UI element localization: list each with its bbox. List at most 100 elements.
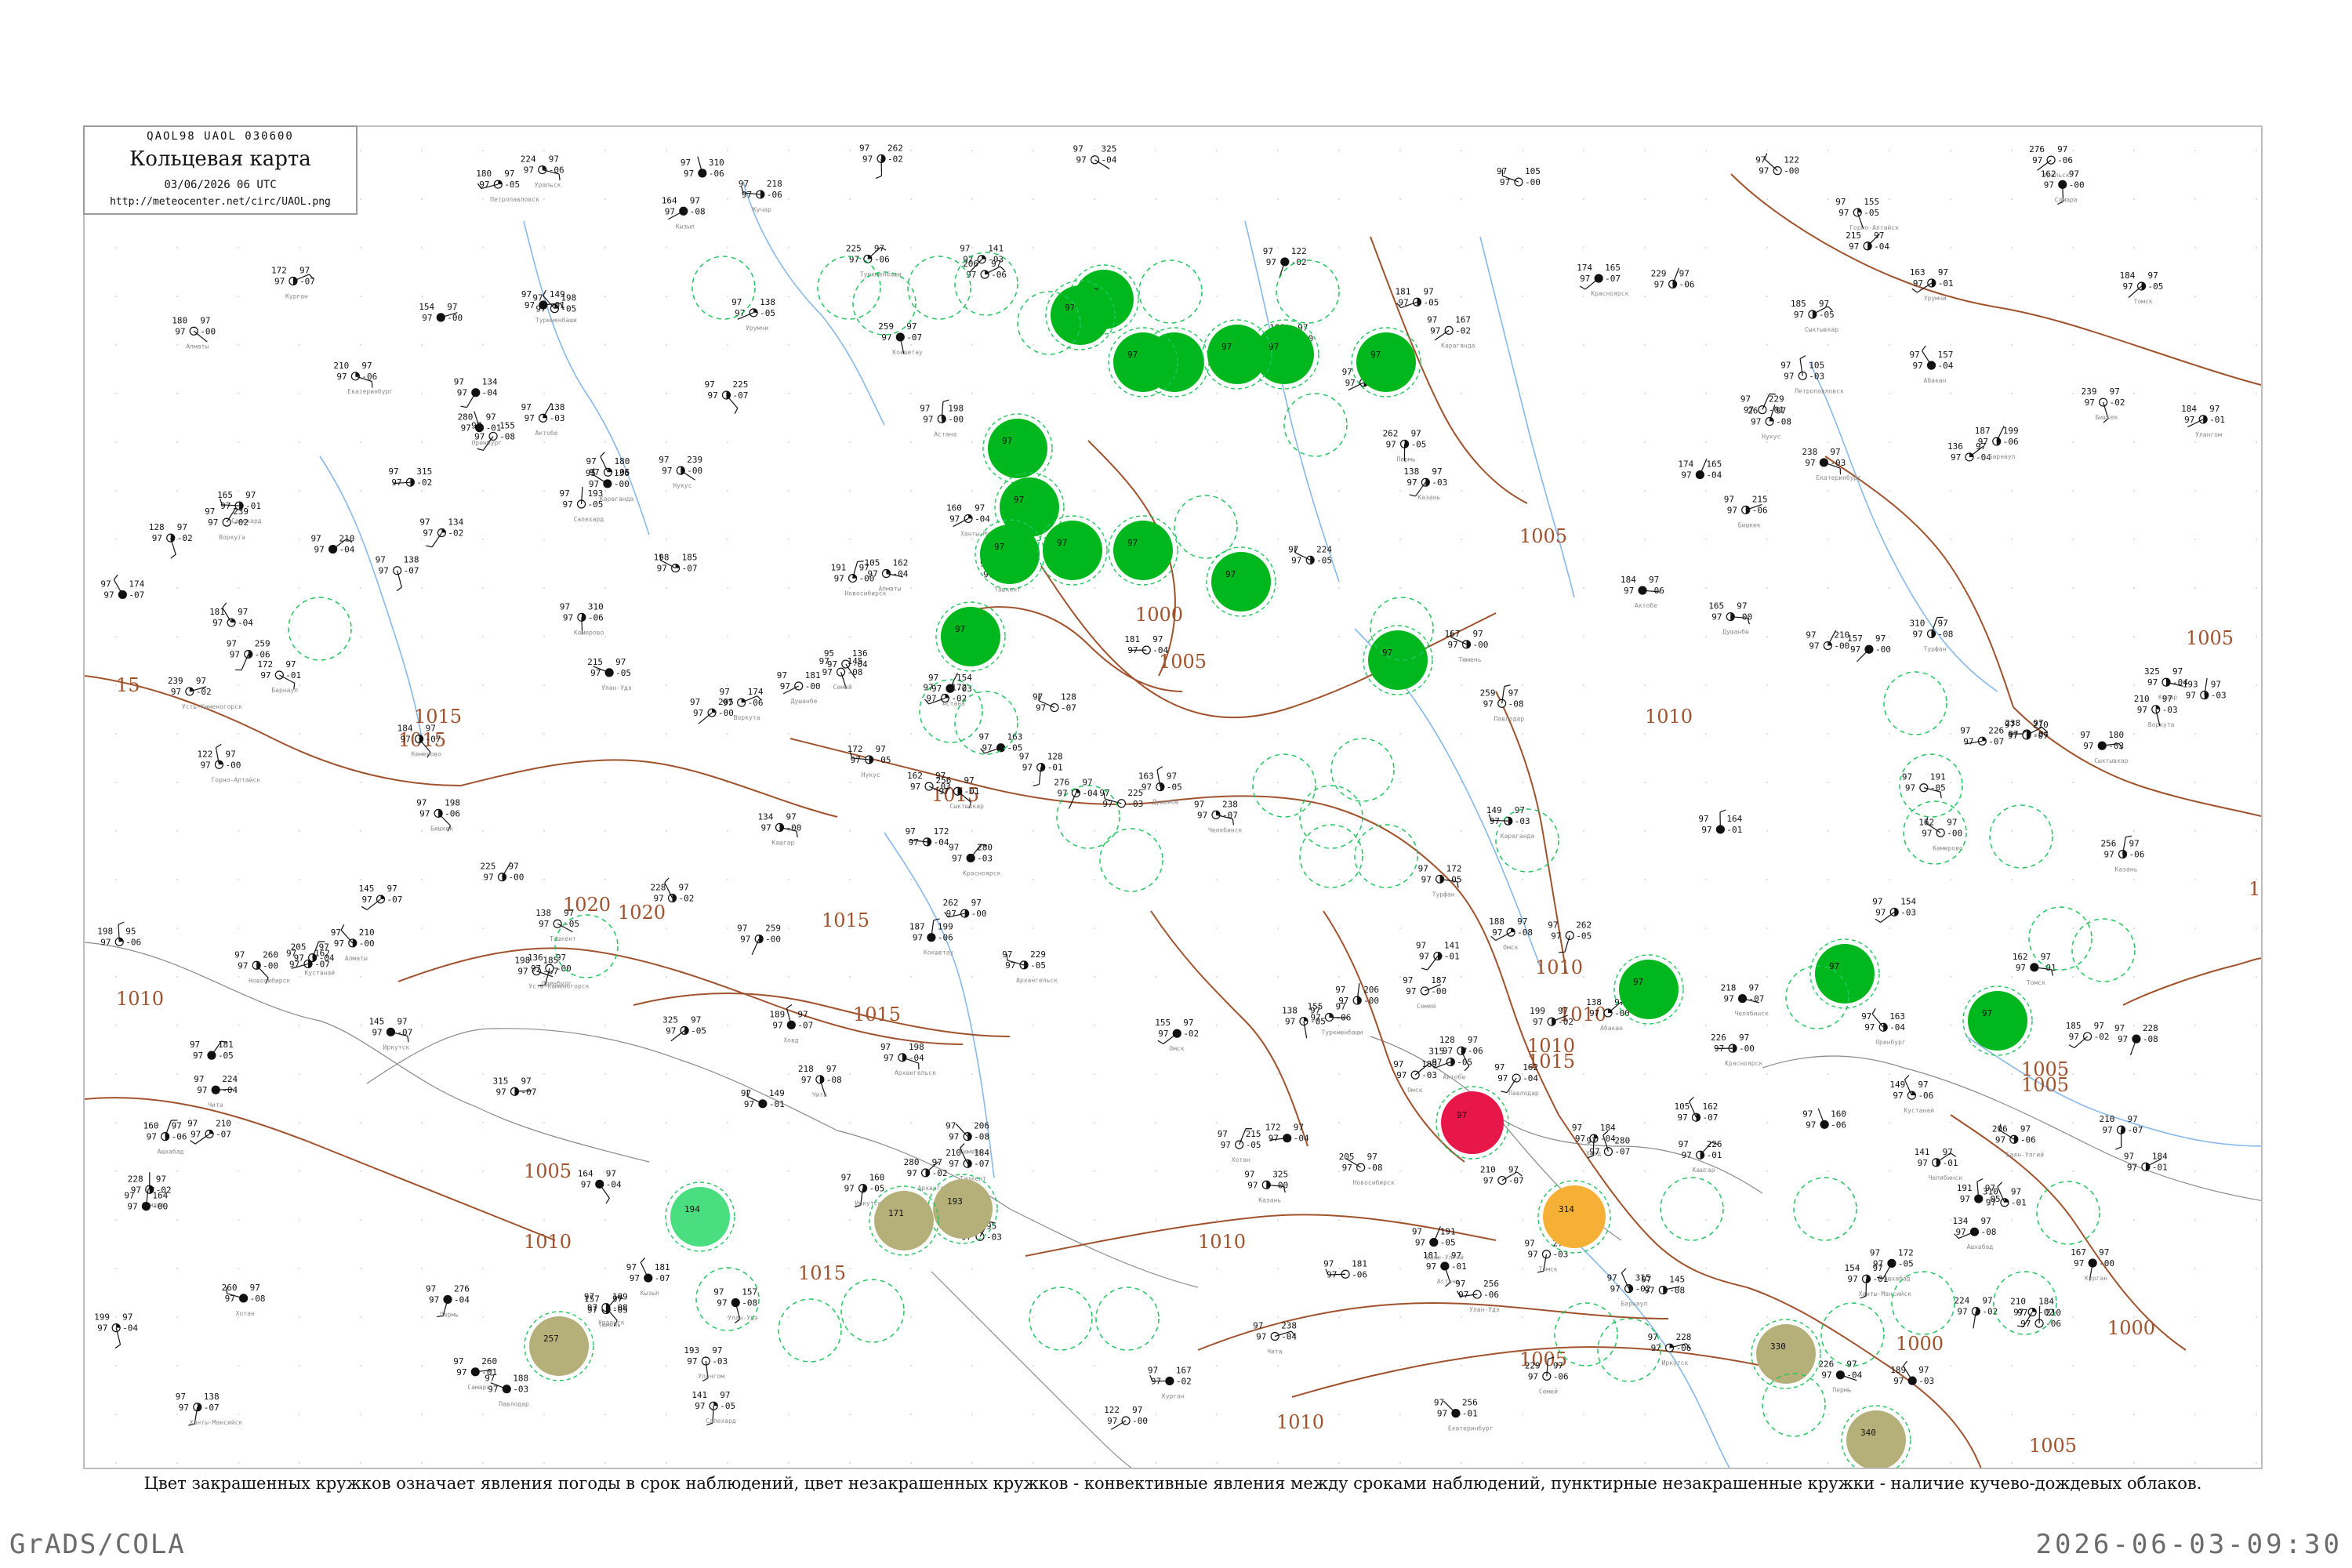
station-value: 239 xyxy=(168,676,183,686)
grid-dot xyxy=(2256,976,2257,978)
station-value: 97 xyxy=(1744,405,1754,416)
station-value: -01 xyxy=(1047,763,1063,773)
grid-dot xyxy=(2256,927,2257,929)
rain-circle xyxy=(1043,521,1102,580)
grid-dot xyxy=(1216,976,1218,978)
station-value: 97 xyxy=(960,244,970,254)
station-value: -04 xyxy=(482,388,498,398)
station-value: -00 xyxy=(1875,644,1891,655)
station-value: -08 xyxy=(826,1075,842,1085)
station-value: 97 xyxy=(191,1129,201,1139)
station-value: 97 xyxy=(923,414,933,424)
cloud-cover-fill xyxy=(968,514,973,519)
grid-dot xyxy=(2133,976,2135,978)
grid-dot xyxy=(1461,198,1462,200)
station-value: 184 xyxy=(2038,1297,2054,1307)
grid-dot xyxy=(1705,782,1707,783)
station-value: 174 xyxy=(1678,459,1693,470)
cloud-cover-symbol xyxy=(1090,155,1100,165)
grid-dot xyxy=(2011,490,2013,492)
cb-circle xyxy=(1354,824,1418,888)
isobar-line xyxy=(1997,307,2261,386)
weather-circle-shower: 194 xyxy=(665,1181,735,1252)
grid-dot xyxy=(360,1171,361,1172)
grid-dot xyxy=(238,733,239,735)
grid-dot xyxy=(482,296,484,297)
station-value: 181 xyxy=(805,670,821,681)
grid-dot xyxy=(971,441,973,443)
station-value: 315 xyxy=(492,1076,508,1086)
wind-barb xyxy=(113,579,123,595)
grid-dot xyxy=(1461,393,1462,394)
station-value: 97 xyxy=(447,302,457,312)
grid-dot xyxy=(1522,733,1523,735)
station-value: 189 xyxy=(1890,1365,1906,1375)
grid-dot xyxy=(727,684,728,686)
station-plot: 2399797-02Усть-Каменогорск xyxy=(168,676,242,710)
station-value: -08 xyxy=(848,667,863,677)
grid-dot xyxy=(666,539,667,540)
grid-dot xyxy=(1889,830,1890,832)
grid-dot xyxy=(421,1073,423,1075)
station-plot: 9797215-05Хотан xyxy=(1218,1128,1261,1163)
grid-dot xyxy=(1216,1365,1218,1367)
station-value: 141 xyxy=(988,244,1004,254)
station-value: 97 xyxy=(1247,1180,1258,1190)
grid-dot xyxy=(115,247,117,249)
grid-dot xyxy=(1766,1122,1768,1123)
map-url[interactable]: http://meteocenter.net/circ/UAOL.png xyxy=(85,196,356,208)
grid-dot xyxy=(604,441,606,443)
grid-dot xyxy=(1766,393,1768,394)
grid-dot xyxy=(2194,150,2196,151)
rain-circle xyxy=(1968,991,2027,1051)
station-name: Челябинск xyxy=(1208,826,1243,833)
station-value: 97 xyxy=(687,1356,697,1367)
station-value: -06 xyxy=(1679,279,1695,289)
station-value: 206 xyxy=(974,1121,989,1131)
grid-dot xyxy=(360,539,361,540)
cb-circles xyxy=(288,252,2136,1437)
grid-dot xyxy=(2194,1316,2196,1318)
grid-dot xyxy=(299,782,300,783)
grid-dot xyxy=(2133,441,2135,443)
grid-dot xyxy=(1033,1462,1034,1464)
station-name: Сыктывкар xyxy=(1805,326,1839,333)
station-value: 97 xyxy=(1415,1238,1425,1248)
grid-dot xyxy=(1522,247,1523,249)
grid-dot xyxy=(360,1365,361,1367)
station-value: 138 xyxy=(1586,997,1602,1007)
grid-dot xyxy=(727,1171,728,1172)
grid-dot xyxy=(1766,879,1768,880)
station-plot: 9797180-03Сыктывкар xyxy=(2080,730,2129,764)
grid-dot xyxy=(1644,1462,1646,1464)
grid-dot xyxy=(1766,1316,1768,1318)
station-value: 97 xyxy=(1648,1332,1658,1342)
station-name: Кашгар xyxy=(1693,1167,1715,1174)
station-value: -02 xyxy=(951,694,967,704)
station-name: Кемерово xyxy=(1933,844,1963,851)
grid-dot xyxy=(2011,1268,2013,1269)
station-value: 97 xyxy=(1497,166,1507,176)
grid-dot xyxy=(360,879,361,880)
station-value: 97 xyxy=(103,590,114,600)
grid-dot xyxy=(1033,1073,1034,1075)
station-name: Улан-Удэ xyxy=(601,684,632,691)
grid-dot xyxy=(2072,344,2074,346)
station-name: Семей xyxy=(1417,1003,1436,1010)
grid-dot xyxy=(2256,1025,2257,1026)
grid-dot xyxy=(1828,441,1829,443)
station-value: -08 xyxy=(612,1303,628,1313)
grid-dot xyxy=(115,1219,117,1221)
grid-dot xyxy=(1216,1316,1218,1318)
station-value: 97 xyxy=(208,517,218,528)
grid-dot xyxy=(115,441,117,443)
grid-dot xyxy=(1705,1025,1707,1026)
station-value: 163 xyxy=(1138,771,1154,782)
grid-dot xyxy=(1583,539,1584,540)
grid-dot xyxy=(2256,1462,2257,1464)
wind-barb-feather xyxy=(605,1198,610,1204)
station-value: 97 xyxy=(946,1121,956,1131)
grid-dot xyxy=(1766,830,1768,832)
station-name: Иркутск xyxy=(1662,1359,1689,1367)
station-value: -08 xyxy=(1938,629,1954,639)
